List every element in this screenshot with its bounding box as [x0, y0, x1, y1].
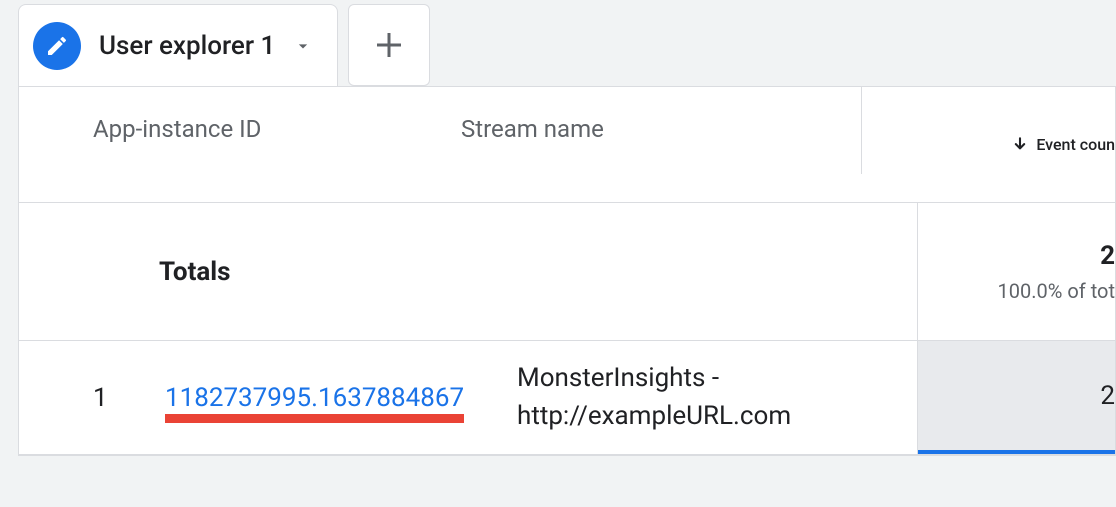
column-header-event[interactable]: Event coun	[861, 87, 1115, 174]
app-instance-id-value: 1182737995.1637884867	[165, 383, 464, 413]
row-index: 1	[19, 383, 149, 413]
column-header-id[interactable]: App-instance ID	[93, 115, 453, 143]
column-header-stream[interactable]: Stream name	[453, 115, 861, 143]
event-count-value: 2	[1100, 381, 1115, 411]
totals-percent: 100.0% of tot	[998, 279, 1115, 303]
stream-name-cell: MonsterInsights - http://exampleURL.com	[509, 360, 917, 435]
totals-label: Totals	[19, 257, 917, 287]
chevron-down-icon[interactable]	[293, 36, 313, 56]
totals-event-cell: 2 100.0% of tot	[917, 203, 1115, 340]
tabs-row: User explorer 1	[0, 0, 1116, 86]
totals-row: Totals 2 100.0% of tot	[19, 203, 1115, 341]
highlight-underline	[165, 414, 464, 423]
add-tab-button[interactable]	[348, 4, 430, 86]
data-table: App-instance ID Stream name Event coun T…	[18, 86, 1116, 456]
tab-title: User explorer 1	[99, 31, 275, 61]
table-row: 1 1182737995.1637884867 MonsterInsights …	[19, 341, 1115, 455]
totals-value: 2	[1100, 241, 1115, 271]
app-instance-id-link[interactable]: 1182737995.1637884867	[165, 383, 464, 413]
event-count-cell: 2	[917, 341, 1115, 454]
table-header-row: App-instance ID Stream name Event coun	[19, 87, 1115, 203]
arrow-down-icon	[1010, 135, 1030, 155]
column-header-event-label: Event coun	[1036, 135, 1115, 154]
tab-user-explorer[interactable]: User explorer 1	[18, 4, 338, 86]
edit-icon	[33, 22, 81, 70]
